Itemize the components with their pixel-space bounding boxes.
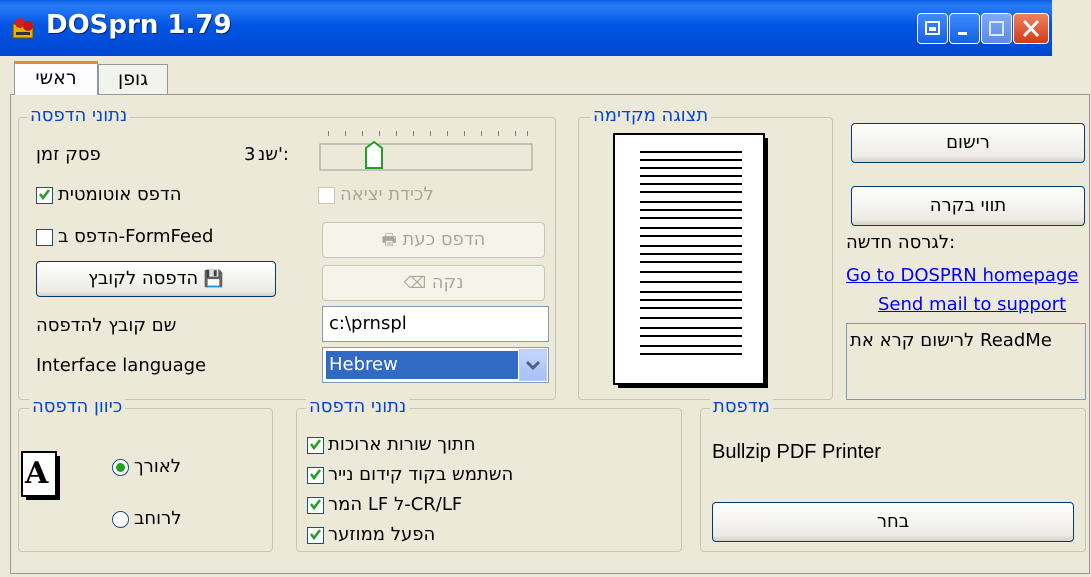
auto-print-checkbox[interactable]	[36, 187, 53, 204]
timeout-slider[interactable]	[318, 126, 538, 176]
portrait-radio[interactable]	[112, 459, 129, 476]
support-link[interactable]: Send mail to support	[878, 294, 1066, 315]
interface-language-select[interactable]: Hebrew	[322, 347, 549, 383]
clear-label: נקה	[431, 272, 464, 293]
capture-exit-label: לכידת יציאה	[340, 184, 434, 205]
paper-feed-code-label: השתמש בקוד קידום נייר	[328, 464, 514, 485]
choose-printer-button[interactable]: בחר	[712, 502, 1074, 542]
tray-icon	[925, 21, 940, 35]
slider-thumb[interactable]	[365, 140, 383, 169]
tab-main-label: ראשי	[35, 67, 77, 89]
chevron-down-icon	[525, 360, 541, 371]
choose-printer-label: בחר	[876, 511, 910, 532]
timeout-label: פסק זמן	[36, 144, 101, 165]
orientation-icon-letter: A	[25, 456, 49, 491]
check-icon	[310, 529, 321, 541]
preview-legend: תצוגה מקדימה	[590, 105, 712, 126]
check-icon	[310, 439, 321, 451]
homepage-link[interactable]: Go to DOSPRN homepage	[846, 265, 1078, 286]
printer-icon: 🖶	[381, 230, 397, 249]
close-icon	[1022, 19, 1040, 38]
cut-long-lines-checkbox[interactable]	[307, 437, 324, 454]
slider-track	[319, 143, 533, 171]
print-data-legend: נתוני הדפסה	[27, 105, 131, 126]
save-print-icon: 💾	[203, 269, 224, 288]
convert-lf-checkbox[interactable]	[307, 497, 324, 514]
run-minimized-checkbox[interactable]	[307, 527, 324, 544]
print-to-file-label: הדפסה לקובץ	[88, 268, 199, 289]
print-to-file-button[interactable]: הדפסה לקובץ 💾	[36, 261, 276, 297]
close-button[interactable]	[1013, 13, 1049, 44]
check-icon	[39, 189, 50, 201]
dropdown-button[interactable]	[519, 349, 547, 381]
radio-selected-dot	[116, 463, 125, 472]
readme-text: לרישום קרא את ReadMe	[850, 330, 1052, 351]
readme-box[interactable]: לרישום קרא את ReadMe	[846, 323, 1086, 400]
tab-font[interactable]: גופן	[98, 64, 168, 94]
print-now-button: 🖶 הדפס כעת	[322, 222, 545, 258]
portrait-label: לאורך	[134, 456, 181, 477]
register-button[interactable]: רישום	[851, 123, 1085, 163]
window-title: DOSprn 1.79	[46, 10, 232, 40]
maximize-button	[981, 13, 1012, 44]
landscape-radio[interactable]	[112, 511, 129, 528]
minimize-button[interactable]	[949, 13, 980, 44]
formfeed-checkbox[interactable]	[36, 229, 53, 246]
paper-feed-code-checkbox[interactable]	[307, 467, 324, 484]
seconds-value: 3	[244, 144, 256, 165]
printer-name: Bullzip PDF Printer	[712, 441, 881, 463]
tray-button[interactable]	[917, 13, 948, 44]
run-minimized-label: הפעל ממוזער	[328, 524, 436, 545]
seconds-label: שנ':	[258, 144, 289, 165]
printer-legend: מדפסת	[710, 396, 773, 417]
formfeed-label: הדפס ב-FormFeed	[58, 226, 214, 247]
app-icon	[12, 18, 34, 39]
control-chars-label: תווי בקרה	[929, 195, 1007, 216]
filename-label: שם קובץ להדפסה	[36, 315, 177, 336]
page-preview	[613, 133, 768, 388]
title-bar[interactable]: DOSprn 1.79	[0, 0, 1091, 56]
capture-exit-checkbox	[318, 187, 335, 204]
cut-long-lines-label: חתוך שורות ארוכות	[328, 434, 476, 455]
tab-main[interactable]: ראשי	[14, 61, 98, 95]
interface-language-label: Interface language	[36, 355, 207, 376]
interface-language-value: Hebrew	[325, 350, 519, 380]
clear-button: ⌫ נקה	[322, 265, 545, 301]
minimize-icon	[958, 32, 967, 35]
check-icon	[310, 499, 321, 511]
eraser-icon: ⌫	[403, 273, 427, 292]
slider-ticks	[328, 131, 528, 136]
filename-input[interactable]: c:\prnspl	[322, 306, 549, 342]
maximize-icon	[989, 21, 1004, 36]
tab-font-label: גופן	[117, 68, 149, 90]
orientation-legend: כיוון הדפסה	[29, 396, 126, 417]
auto-print-label: הדפס אוטומטית	[58, 184, 182, 205]
control-chars-button[interactable]: תווי בקרה	[851, 186, 1085, 226]
register-label: רישום	[946, 132, 990, 153]
convert-lf-label: המר LF ל-CR/LF	[328, 494, 463, 515]
check-icon	[310, 469, 321, 481]
new-version-label: לגרסה חדשה:	[846, 232, 956, 253]
print-now-label: הדפס כעת	[402, 229, 486, 250]
print-options-legend: נתוני הדפסה	[306, 396, 410, 417]
landscape-label: לרוחב	[134, 508, 182, 529]
